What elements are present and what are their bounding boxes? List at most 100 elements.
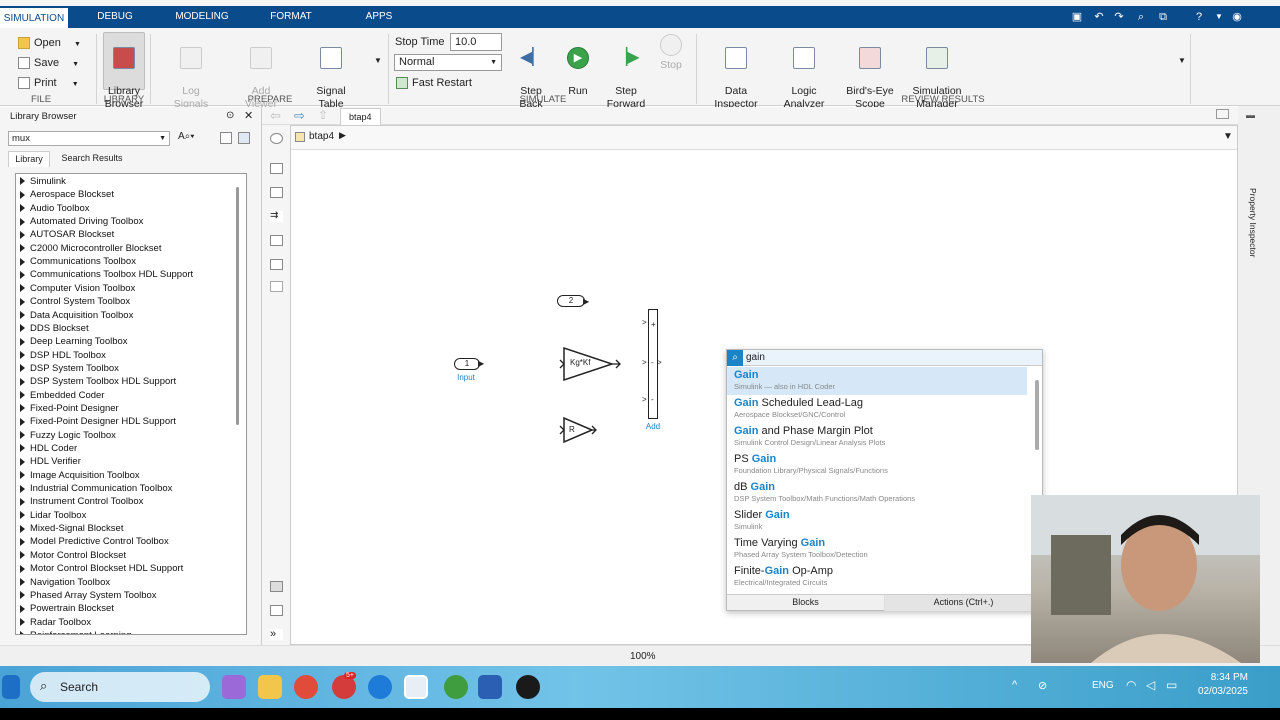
copilot-icon[interactable] xyxy=(222,675,246,699)
save-icon[interactable]: ▣ xyxy=(1070,10,1084,24)
forward-arrow-icon[interactable]: ⇨ xyxy=(294,108,305,124)
library-tree-item[interactable]: Data Acquisition Toolbox xyxy=(20,309,133,322)
tab-apps[interactable]: APPS xyxy=(350,6,408,28)
library-tree-item[interactable]: DDS Blockset xyxy=(20,322,89,335)
clock-date[interactable]: 02/03/2025 xyxy=(1192,686,1248,697)
library-tree-item[interactable]: Audio Toolbox xyxy=(20,202,90,215)
grid-view-icon[interactable] xyxy=(238,132,250,144)
tab-modeling[interactable]: MODELING xyxy=(166,6,238,28)
stop-time-input[interactable]: 10.0 xyxy=(450,33,502,51)
library-tree-item[interactable]: Simulink xyxy=(20,175,66,188)
quick-insert-result[interactable]: dB Gain DSP System Toolbox/Math Functions… xyxy=(727,479,1027,507)
options-icon[interactable]: ◉ xyxy=(1230,10,1244,24)
breadcrumb-arrow-icon[interactable]: ▶ xyxy=(339,130,346,141)
library-tree-item[interactable]: Mixed-Signal Blockset xyxy=(20,522,123,535)
stop-button[interactable]: Stop xyxy=(654,32,688,72)
library-tree-item[interactable]: DSP System Toolbox xyxy=(20,362,119,375)
quick-insert-result[interactable]: Slider Gain Simulink xyxy=(727,507,1027,535)
inport-2[interactable]: 2 xyxy=(557,295,585,307)
quick-insert-result[interactable]: Time Varying Gain Phased Array System Too… xyxy=(727,535,1027,563)
image-icon[interactable] xyxy=(270,259,283,270)
simulation-mode-select[interactable]: Normal ▼ xyxy=(394,54,502,71)
library-tree-item[interactable]: Motor Control Blockset HDL Support xyxy=(20,562,183,575)
redo-icon[interactable]: ↷ xyxy=(1112,10,1126,24)
find-icon[interactable]: A⌕▾ xyxy=(178,131,204,146)
hide-panel-icon[interactable] xyxy=(1216,109,1229,119)
quick-insert-query[interactable]: gain xyxy=(746,352,765,363)
library-tree-item[interactable]: DSP System Toolbox HDL Support xyxy=(20,375,176,388)
clock-time[interactable]: 8:34 PM xyxy=(1208,672,1248,683)
tab-search-results[interactable]: Search Results xyxy=(56,151,128,167)
quick-insert-result[interactable]: PS Gain Foundation Library/Physical Signa… xyxy=(727,451,1027,479)
hide-explorer-icon[interactable] xyxy=(270,133,283,144)
quick-insert-result[interactable]: Gain Simulink — also in HDL Coder xyxy=(727,367,1027,395)
prepare-expand-icon[interactable]: ▼ xyxy=(374,56,382,65)
wifi-icon[interactable]: ◠ xyxy=(1126,678,1136,692)
library-tree-item[interactable]: Phased Array System Toolbox xyxy=(20,589,157,602)
library-tree-item[interactable]: Fixed-Point Designer HDL Support xyxy=(20,415,176,428)
library-tree-item[interactable]: Communications Toolbox HDL Support xyxy=(20,268,193,281)
area-icon[interactable] xyxy=(270,281,283,292)
panel-menu-icon[interactable]: ⊙ xyxy=(226,110,234,121)
library-tree-item[interactable]: Communications Toolbox xyxy=(20,255,136,268)
start-icon[interactable] xyxy=(2,675,20,699)
tab-debug[interactable]: DEBUG xyxy=(84,6,146,28)
breadcrumb[interactable]: btap4 xyxy=(309,131,334,142)
up-arrow-icon[interactable]: ⇧ xyxy=(318,108,328,122)
tab-simulation[interactable]: SIMULATION xyxy=(0,6,68,28)
file-explorer-icon[interactable] xyxy=(258,675,282,699)
arrows-icon[interactable]: ⇉ xyxy=(270,211,283,222)
annotation-icon[interactable] xyxy=(270,235,283,246)
library-tree-item[interactable]: DSP HDL Toolbox xyxy=(20,349,106,362)
library-tree-item[interactable]: Lidar Toolbox xyxy=(20,509,86,522)
screenshot-icon[interactable] xyxy=(270,581,283,592)
taskbar-search[interactable]: ⌕ Search xyxy=(30,672,210,702)
help-icon[interactable]: ? xyxy=(1192,10,1206,24)
back-arrow-icon[interactable]: ⇦ xyxy=(270,108,281,124)
library-tree-item[interactable]: AUTOSAR Blockset xyxy=(20,228,114,241)
model-browser-icon[interactable] xyxy=(270,605,283,616)
chevron-up-icon[interactable]: ^ xyxy=(1012,679,1017,691)
volume-icon[interactable]: ◁ xyxy=(1146,678,1155,692)
matlab-icon[interactable] xyxy=(404,675,428,699)
chrome-icon[interactable] xyxy=(294,675,318,699)
library-tree-item[interactable]: Image Acquisition Toolbox xyxy=(20,469,140,482)
network-off-icon[interactable]: ⊘ xyxy=(1038,679,1047,692)
open-button[interactable]: Open ▼ xyxy=(18,34,81,52)
inport-1[interactable]: 1 xyxy=(454,358,480,370)
library-tree-item[interactable]: Embedded Coder xyxy=(20,389,104,402)
quick-insert-search[interactable]: ⌕ gain xyxy=(727,350,1042,366)
library-tree-item[interactable]: Powertrain Blockset xyxy=(20,602,114,615)
undo-icon[interactable]: ↶ xyxy=(1092,10,1106,24)
library-tree-item[interactable]: Radar Toolbox xyxy=(20,616,91,629)
library-tree-item[interactable]: Navigation Toolbox xyxy=(20,576,110,589)
library-search-input[interactable]: mux ▼ xyxy=(8,131,170,146)
library-tree-item[interactable]: HDL Coder xyxy=(20,442,77,455)
quick-insert-result[interactable]: Gain Scheduled Lead-Lag Aerospace Blockse… xyxy=(727,395,1027,423)
library-tree-item[interactable]: Automated Driving Toolbox xyxy=(20,215,143,228)
library-tree-item[interactable]: Model Predictive Control Toolbox xyxy=(20,535,169,548)
library-tree-item[interactable]: C2000 Microcontroller Blockset xyxy=(20,242,161,255)
review-expand-icon[interactable]: ▼ xyxy=(1178,56,1186,65)
language-indicator[interactable]: ENG xyxy=(1092,680,1114,691)
fast-restart-button[interactable]: Fast Restart xyxy=(396,74,472,92)
chrome-profile-icon[interactable] xyxy=(444,675,468,699)
library-tree-item[interactable]: Computer Vision Toolbox xyxy=(20,282,135,295)
run-button[interactable]: ▶ Run xyxy=(560,32,596,98)
close-icon[interactable]: ✕ xyxy=(244,109,253,122)
print-button[interactable]: Print ▼ xyxy=(18,74,79,92)
library-tree-item[interactable]: Control System Toolbox xyxy=(20,295,130,308)
collapse-icon[interactable]: ▬ xyxy=(1246,110,1255,120)
library-tree-item[interactable]: Motor Control Blockset xyxy=(20,549,126,562)
library-tree-item[interactable]: Industrial Communication Toolbox xyxy=(20,482,172,495)
model-tab[interactable]: btap4 xyxy=(340,108,381,125)
property-inspector-tab[interactable]: Property Inspector xyxy=(1248,188,1258,257)
library-tree[interactable]: Simulink Aerospace Blockset Audio Toolbox A… xyxy=(15,173,247,635)
word-icon[interactable] xyxy=(478,675,502,699)
share-icon[interactable]: ⧉ xyxy=(1156,10,1170,24)
zoom-icon[interactable] xyxy=(270,163,283,174)
edge-icon[interactable] xyxy=(368,675,392,699)
results-scrollbar[interactable] xyxy=(1035,380,1039,450)
list-view-icon[interactable] xyxy=(220,132,232,144)
chevron-down-icon[interactable]: ▼ xyxy=(1223,131,1233,142)
